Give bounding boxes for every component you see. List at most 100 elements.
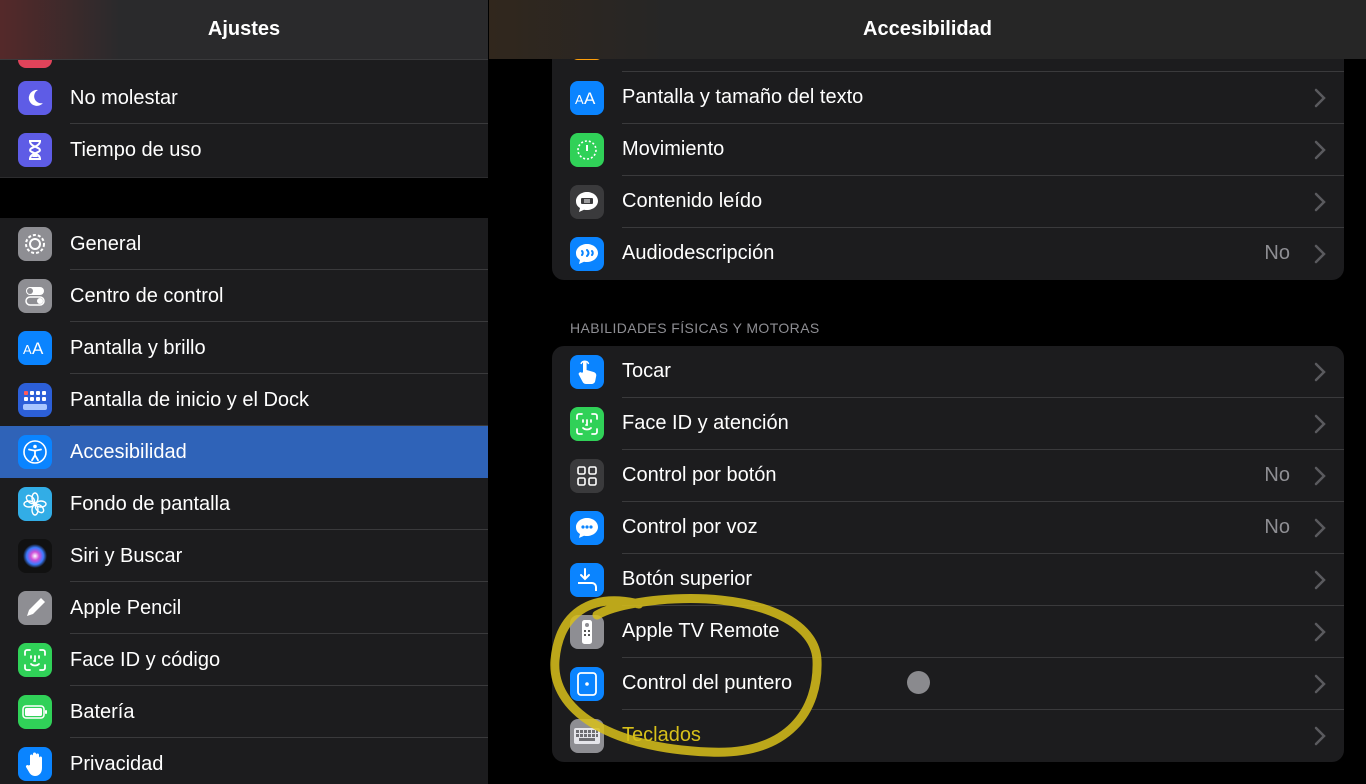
detail-header: Accesibilidad	[489, 0, 1366, 59]
list-item-value: No	[1264, 242, 1290, 264]
sidebar-item-label: Tiempo de uso	[70, 138, 202, 161]
keyboard-icon	[570, 719, 604, 753]
sidebar-item-siri-y-buscar[interactable]: Siri y Buscar	[0, 530, 488, 582]
moon-icon	[18, 81, 52, 115]
sidebar-header: Ajustes	[0, 0, 488, 60]
sidebar-item-label: General	[70, 232, 142, 255]
list-item-audiodescripcion[interactable]: Audiodescripción No	[552, 228, 1344, 280]
sidebar-item-privacidad[interactable]: Privacidad	[0, 738, 488, 784]
sidebar-item-general[interactable]: General	[0, 218, 488, 270]
list-item-teclados[interactable]: Teclados	[552, 710, 1344, 762]
remote-icon	[570, 615, 604, 649]
chevron-right-icon	[1314, 362, 1326, 382]
list-item-label: Control por botón	[622, 464, 777, 486]
list-item-movimiento[interactable]: Movimiento	[552, 124, 1344, 176]
chevron-right-icon	[1314, 414, 1326, 434]
sidebar-item-accesibilidad[interactable]: Accesibilidad	[0, 426, 488, 478]
top-button-icon	[570, 563, 604, 597]
svg-text:A: A	[23, 342, 32, 357]
pencil-icon	[18, 591, 52, 625]
section-header-physical-motor: HABILIDADES FÍSICAS Y MOTORAS	[570, 320, 820, 336]
toggles-icon	[18, 279, 52, 313]
chevron-right-icon	[1314, 726, 1326, 746]
list-item-label: Pantalla y tamaño del texto	[622, 86, 864, 108]
list-item-control-por-voz[interactable]: Control por voz No	[552, 502, 1344, 554]
sidebar-item-label: Pantalla de inicio y el Dock	[70, 388, 310, 411]
sidebar-item-label: Centro de control	[70, 284, 224, 307]
list-item-control-por-boton[interactable]: Control por botón No	[552, 450, 1344, 502]
list-item-label: Face ID y atención	[622, 412, 789, 434]
pointer-cursor	[907, 671, 930, 694]
chevron-right-icon	[1314, 192, 1326, 212]
face-id-icon	[18, 643, 52, 677]
sidebar-item-label: Siri y Buscar	[70, 544, 183, 567]
text-size-icon: AA	[570, 81, 604, 115]
settings-sidebar: Ajustes No molestar Tiempo de uso Genera	[0, 0, 488, 784]
list-item-control-del-puntero[interactable]: Control del puntero	[552, 658, 1344, 710]
list-item-value: No	[1264, 464, 1290, 486]
sidebar-item-label: Batería	[70, 700, 135, 723]
sidebar-item-fondo-de-pantalla[interactable]: Fondo de pantalla	[0, 478, 488, 530]
sidebar-item-label: Privacidad	[70, 752, 164, 775]
text-size-icon: AA	[18, 331, 52, 365]
chevron-right-icon	[1314, 466, 1326, 486]
chevron-right-icon	[1314, 622, 1326, 642]
switch-grid-icon	[570, 459, 604, 493]
sidebar-title: Ajustes	[207, 18, 281, 40]
accessibility-detail-pane: Accesibilidad AA Pantalla y tamaño del t…	[489, 0, 1366, 784]
accessibility-icon	[18, 435, 52, 469]
list-item-label: Tocar	[622, 360, 671, 382]
list-item-contenido-leido[interactable]: Contenido leído	[552, 176, 1344, 228]
sidebar-item-label: Accesibilidad	[70, 440, 187, 463]
face-id-icon	[570, 407, 604, 441]
audio-description-icon	[570, 237, 604, 271]
hourglass-icon	[18, 133, 52, 167]
sidebar-item-tiempo-de-uso[interactable]: Tiempo de uso	[0, 124, 488, 176]
svg-text:A: A	[575, 92, 584, 107]
chevron-right-icon	[1314, 674, 1326, 694]
list-item-tocar[interactable]: Tocar	[552, 346, 1344, 398]
sidebar-item-no-molestar[interactable]: No molestar	[0, 72, 488, 124]
list-item-pantalla-texto[interactable]: AA Pantalla y tamaño del texto	[552, 72, 1344, 124]
chevron-right-icon	[1314, 518, 1326, 538]
speech-bubble-icon	[570, 185, 604, 219]
sidebar-item-centro-de-control[interactable]: Centro de control	[0, 270, 488, 322]
list-item-label: Movimiento	[622, 138, 725, 160]
list-item-boton-superior[interactable]: Botón superior	[552, 554, 1344, 606]
sidebar-item-bateria[interactable]: Batería	[0, 686, 488, 738]
list-item-face-id-atencion[interactable]: Face ID y atención	[552, 398, 1344, 450]
sidebar-item-label: Face ID y código	[70, 648, 221, 671]
sidebar-item-label: Pantalla y brillo	[70, 336, 206, 359]
motion-icon	[570, 133, 604, 167]
list-item-label: Teclados	[622, 724, 701, 746]
sidebar-group-main: General Centro de control AA Pantalla y …	[0, 218, 488, 784]
list-item-apple-tv-remote[interactable]: Apple TV Remote	[552, 606, 1344, 658]
touch-hand-icon	[570, 355, 604, 389]
battery-icon	[18, 695, 52, 729]
svg-text:A: A	[584, 89, 596, 107]
chevron-right-icon	[1314, 570, 1326, 590]
svg-text:A: A	[32, 339, 44, 357]
list-item-value: No	[1264, 516, 1290, 538]
list-item-label: Botón superior	[622, 568, 753, 590]
sidebar-item-apple-pencil[interactable]: Apple Pencil	[0, 582, 488, 634]
sidebar-item-pantalla-y-brillo[interactable]: AA Pantalla y brillo	[0, 322, 488, 374]
pointer-icon	[570, 667, 604, 701]
vision-settings-card: AA Pantalla y tamaño del texto Movimient…	[552, 20, 1344, 280]
list-item-label: Apple TV Remote	[622, 620, 780, 642]
sidebar-item-pantalla-de-inicio[interactable]: Pantalla de inicio y el Dock	[0, 374, 488, 426]
physical-motor-card: Tocar Face ID y atención Control por bot…	[552, 346, 1344, 762]
chevron-right-icon	[1314, 140, 1326, 160]
list-item-label: Control por voz	[622, 516, 758, 538]
sidebar-group-focus: No molestar Tiempo de uso	[0, 34, 488, 176]
list-item-label: Control del puntero	[622, 672, 793, 694]
page-title: Accesibilidad	[863, 18, 992, 40]
gear-icon	[18, 227, 52, 261]
siri-icon	[18, 539, 52, 573]
chevron-right-icon	[1314, 88, 1326, 108]
app-grid-icon	[18, 383, 52, 417]
sidebar-item-face-id[interactable]: Face ID y código	[0, 634, 488, 686]
list-item-label: Contenido leído	[622, 190, 763, 212]
sidebar-item-label: No molestar	[70, 86, 178, 109]
hand-icon	[18, 747, 52, 781]
